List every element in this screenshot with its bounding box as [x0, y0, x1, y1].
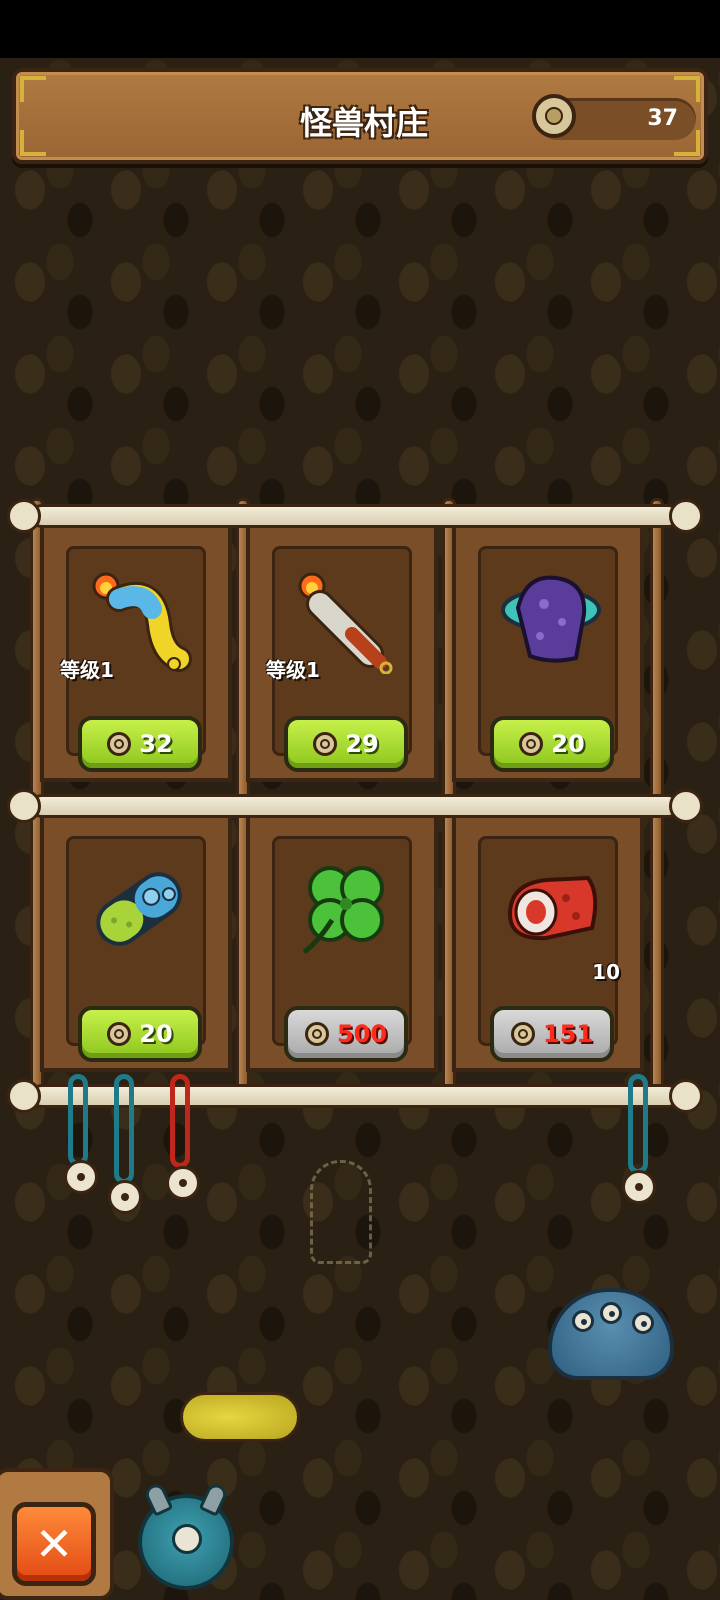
price-label: 29: [345, 730, 379, 758]
coin-icon: [510, 1022, 535, 1046]
item-level: 等级1: [60, 658, 114, 682]
monster-eye: [600, 1302, 622, 1324]
header-bar: 怪兽村庄 37: [12, 68, 708, 164]
hanging-ring: [628, 1074, 648, 1174]
price-label: 32: [139, 730, 173, 758]
skull-ornament: [166, 1166, 200, 1200]
shop-slot[interactable]: 等级1 29: [246, 520, 438, 782]
raw-meat-icon[interactable]: [496, 854, 606, 964]
shop-slot[interactable]: 等级1 32: [40, 520, 232, 782]
hanging-ring: [68, 1074, 88, 1166]
yellow-lizard-monster[interactable]: [180, 1392, 300, 1442]
buy-button[interactable]: 32: [78, 716, 202, 772]
item-level: 等级1: [266, 658, 320, 682]
coin-icon: [313, 732, 338, 756]
buy-button-locked[interactable]: 500: [284, 1006, 408, 1062]
coin-counter: 37: [532, 94, 696, 140]
buy-button[interactable]: 20: [490, 716, 614, 772]
close-button[interactable]: ✕: [12, 1502, 96, 1586]
monster-eye: [632, 1312, 654, 1334]
coin-icon: [532, 94, 576, 138]
shop-slot[interactable]: 20: [452, 520, 644, 782]
four-leaf-clover-icon[interactable]: [290, 854, 400, 964]
skull-ornament: [108, 1180, 142, 1214]
coin-icon: [304, 1022, 329, 1046]
price-label: 20: [139, 1020, 173, 1048]
shop-rack: 等级1 32 等级1 29 20 20 500 10 151: [7, 498, 703, 1138]
item-quantity: 10: [592, 960, 620, 984]
bone-bar: [7, 499, 703, 533]
coin-count: 37: [647, 106, 678, 131]
green-capsule-icon[interactable]: [84, 854, 194, 964]
status-bar: [0, 0, 720, 58]
price-label: 500: [336, 1020, 388, 1048]
shop-slot[interactable]: 20: [40, 810, 232, 1072]
monster-menu-icon[interactable]: [138, 1494, 234, 1590]
buy-button[interactable]: 29: [284, 716, 408, 772]
buy-button-locked[interactable]: 151: [490, 1006, 614, 1062]
purple-fungus-icon[interactable]: [496, 564, 606, 674]
close-panel: ✕: [0, 1468, 114, 1600]
price-label: 151: [542, 1020, 594, 1048]
coin-icon: [107, 732, 132, 756]
hanging-ring: [114, 1074, 134, 1184]
hanging-ring-red: [170, 1074, 190, 1168]
price-label: 20: [551, 730, 585, 758]
shop-slot[interactable]: 10 151: [452, 810, 644, 1072]
skull-ornament: [622, 1170, 656, 1204]
monster-eye: [572, 1310, 594, 1332]
bone-bar: [7, 789, 703, 823]
coin-icon: [519, 732, 544, 756]
buy-button[interactable]: 20: [78, 1006, 202, 1062]
coin-icon: [107, 1022, 132, 1046]
skull-ornament: [64, 1160, 98, 1194]
monster-eye: [172, 1524, 202, 1554]
straw-totem-creature: [310, 1160, 372, 1264]
shop-slot[interactable]: 500: [246, 810, 438, 1072]
